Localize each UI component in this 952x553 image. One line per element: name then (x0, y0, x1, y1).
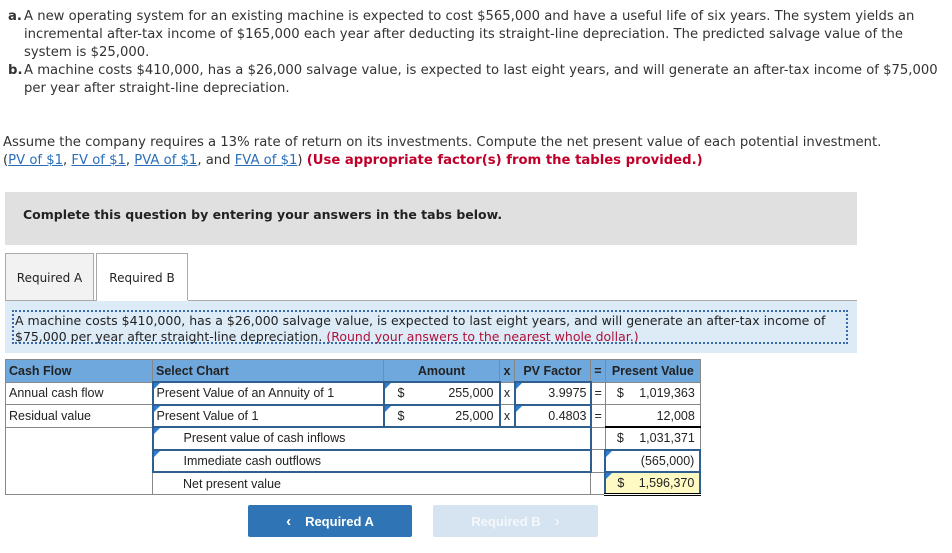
equals-sign: = (590, 404, 606, 428)
header-amount: Amount (383, 359, 500, 383)
header-select-chart: Select Chart (152, 359, 384, 383)
multiply-sign: x (499, 381, 515, 405)
cash-outflows-input[interactable]: (565,000) (604, 448, 702, 473)
item-text: A new operating system for an existing m… (24, 9, 915, 60)
pv-factor-input[interactable]: 0.4803 (513, 403, 592, 428)
prev-required-a-button[interactable]: ‹ Required A (248, 505, 412, 537)
header-equals: = (590, 359, 606, 383)
instruction-banner: Complete this question by entering your … (5, 192, 857, 245)
currency-symbol: $ (397, 408, 405, 423)
header-present-value: Present Value (604, 359, 701, 383)
item-label: b. (8, 63, 23, 78)
amount-input[interactable]: $25,000 (382, 403, 501, 428)
npv-label: Net present value (152, 471, 591, 495)
multiply-sign: x (499, 404, 515, 428)
problem-item-b: b. A machine costs $410,000, has a $26,0… (8, 62, 948, 98)
prev-button-label: Required A (305, 513, 374, 529)
problem-item-a: a. A new operating system for an existin… (8, 8, 948, 62)
equals-sign: = (590, 381, 606, 405)
table-row: Residual value Present Value of 1 $25,00… (5, 403, 701, 428)
table-header-row: Cash Flow Select Chart Amount x PV Facto… (5, 359, 701, 383)
currency-symbol: $ (617, 476, 625, 490)
chevron-left-icon: ‹ (286, 512, 292, 530)
separator: , and (197, 153, 235, 168)
pv-factor-input[interactable]: 3.9975 (513, 381, 592, 406)
header-pv-factor: PV Factor (514, 359, 591, 383)
npv-input[interactable]: $1,596,370 (604, 471, 702, 496)
table-row: Annual cash flow Present Value of an Ann… (5, 381, 701, 406)
factor-instruction: (Use appropriate factor(s) from the tabl… (306, 153, 703, 168)
currency-symbol: $ (616, 386, 624, 401)
paren: ) (297, 153, 303, 168)
header-cash-flow: Cash Flow (5, 359, 153, 383)
amount-value: 25,000 (455, 408, 494, 423)
present-value: 1,019,363 (639, 386, 695, 401)
currency-symbol: $ (616, 431, 624, 446)
pv-inflows-output: $1,031,371 (604, 426, 701, 450)
chevron-right-icon: › (554, 512, 560, 530)
npv-value: 1,596,370 (638, 476, 695, 490)
pv-inflows-value: 1,031,371 (639, 431, 695, 446)
link-fv-of-1[interactable]: FV of $1 (71, 153, 125, 168)
banner-text: Complete this question by entering your … (23, 207, 503, 222)
amount-input[interactable]: $255,000 (382, 381, 501, 406)
assumption-sentence: Assume the company requires a 13% rate o… (3, 135, 882, 150)
cash-outflows-value: (565,000) (640, 453, 695, 468)
present-value: 12,008 (656, 408, 695, 423)
next-required-b-button: Required B › (433, 505, 598, 537)
item-text: A machine costs $410,000, has a $26,000 … (24, 63, 938, 96)
link-pva-of-1[interactable]: PVA of $1 (134, 153, 197, 168)
cash-flow-label: Residual value (5, 404, 153, 428)
empty-cell (590, 449, 606, 473)
summary-label-dropdown[interactable]: Immediate cash outflows (151, 448, 592, 473)
summary-row-inflows: Present value of cash inflows $1,031,371 (5, 426, 701, 495)
problem-statement: a. A new operating system for an existin… (8, 8, 948, 98)
link-fva-of-1[interactable]: FVA of $1 (235, 153, 298, 168)
present-value-output: $1,019,363 (604, 381, 701, 405)
requirement-instructions: A machine costs $410,000, has a $26,000 … (12, 310, 848, 344)
header-multiply: x (499, 359, 515, 383)
tab-required-b[interactable]: Required B (96, 253, 188, 302)
empty-cell (590, 426, 606, 450)
select-chart-dropdown[interactable]: Present Value of an Annuity of 1 (151, 381, 385, 406)
summary-label-dropdown[interactable]: Present value of cash inflows (151, 426, 592, 451)
npv-table: Cash Flow Select Chart Amount x PV Facto… (5, 359, 702, 496)
item-label: a. (8, 9, 22, 24)
currency-symbol: $ (397, 386, 405, 401)
amount-value: 255,000 (448, 386, 494, 401)
assumption-text: Assume the company requires a 13% rate o… (3, 134, 948, 170)
next-button-label: Required B (471, 513, 541, 529)
cash-flow-label: Annual cash flow (5, 381, 153, 405)
present-value-output: 12,008 (604, 404, 701, 428)
empty-cell (5, 426, 153, 495)
rounding-note: (Round your answers to the nearest whole… (326, 329, 639, 344)
tab-required-a[interactable]: Required A (5, 253, 94, 301)
link-pv-of-1[interactable]: PV of $1 (8, 153, 63, 168)
empty-cell (590, 471, 606, 495)
select-chart-dropdown[interactable]: Present Value of 1 (151, 403, 385, 428)
